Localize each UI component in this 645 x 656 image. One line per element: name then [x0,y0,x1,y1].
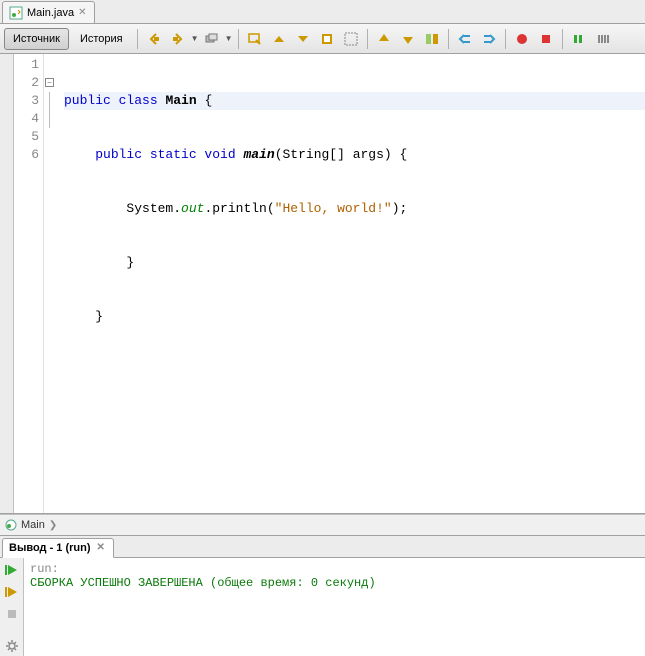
dropdown-icon[interactable]: ▼ [225,34,233,43]
history-button[interactable]: История [71,28,132,50]
separator [367,29,368,49]
rerun-alt-icon[interactable] [3,583,21,601]
next-bookmark-icon[interactable] [292,28,314,50]
output-body: run: СБОРКА УСПЕШНО ЗАВЕРШЕНА (общее вре… [0,558,645,656]
layers-icon[interactable] [201,28,223,50]
stop-icon[interactable] [3,605,21,623]
left-margin [0,54,14,513]
select-rect-icon[interactable] [340,28,362,50]
line-number: 2 [14,74,39,92]
line-number: 5 [14,128,39,146]
separator [448,29,449,49]
line-number-gutter: 1 2 3 4 5 6 [14,54,44,513]
code-line: } [64,254,645,272]
fold-toggle-icon[interactable]: − [45,78,54,87]
line-number: 4 [14,110,39,128]
output-tab-strip: Вывод - 1 (run) ✕ [0,536,645,558]
code-line: public static void main(String[] args) { [64,146,645,164]
file-tab-label: Main.java [27,7,74,19]
nav-forward-icon[interactable] [167,28,189,50]
toggle-bookmark-icon[interactable] [316,28,338,50]
output-line: СБОРКА УСПЕШНО ЗАВЕРШЕНА (общее время: 0… [30,576,639,590]
chevron-right-icon[interactable]: ❯ [49,520,57,531]
fold-gutter: − [44,54,58,513]
output-sidebar [0,558,24,656]
line-number: 3 [14,92,39,110]
shift-right-icon[interactable] [478,28,500,50]
separator [238,29,239,49]
breadcrumb-label: Main [21,519,45,531]
prev-error-icon[interactable] [373,28,395,50]
shift-left-icon[interactable] [454,28,476,50]
code-line: } [64,308,645,326]
file-tab-main[interactable]: Main.java ✕ [2,1,95,23]
editor-toolbar: Источник История ▼ ▼ [0,24,645,54]
stop-macro-icon[interactable] [535,28,557,50]
output-text[interactable]: run: СБОРКА УСПЕШНО ЗАВЕРШЕНА (общее вре… [24,558,645,656]
output-tab[interactable]: Вывод - 1 (run) ✕ [2,538,114,558]
output-panel: Вывод - 1 (run) ✕ run: СБОРКА УСПЕШНО ЗА… [0,536,645,656]
class-icon [4,518,18,532]
code-area[interactable]: public class Main { public static void m… [58,54,645,513]
output-line: run: [30,562,639,576]
separator [505,29,506,49]
separator [137,29,138,49]
line-number: 1 [14,56,39,74]
settings-icon[interactable] [3,637,21,655]
comment-icon[interactable] [568,28,590,50]
diff-icon[interactable] [421,28,443,50]
code-line [64,362,645,380]
code-line: public class Main { [64,92,645,110]
breadcrumb: Main ❯ [0,514,645,536]
rerun-icon[interactable] [3,561,21,579]
close-icon[interactable]: ✕ [97,543,107,553]
source-button[interactable]: Источник [4,28,69,50]
next-error-icon[interactable] [397,28,419,50]
file-tab-strip: Main.java ✕ [0,0,645,24]
code-editor[interactable]: 1 2 3 4 5 6 − public class Main { public… [0,54,645,514]
separator [562,29,563,49]
code-line: System.out.println("Hello, world!"); [64,200,645,218]
find-selection-icon[interactable] [244,28,266,50]
line-number: 6 [14,146,39,164]
java-file-icon [9,6,23,20]
prev-bookmark-icon[interactable] [268,28,290,50]
dropdown-icon[interactable]: ▼ [191,34,199,43]
close-icon[interactable]: ✕ [78,8,88,18]
breadcrumb-item[interactable]: Main [4,518,45,532]
output-tab-label: Вывод - 1 (run) [9,542,91,554]
uncomment-icon[interactable] [592,28,614,50]
nav-back-icon[interactable] [143,28,165,50]
start-macro-icon[interactable] [511,28,533,50]
